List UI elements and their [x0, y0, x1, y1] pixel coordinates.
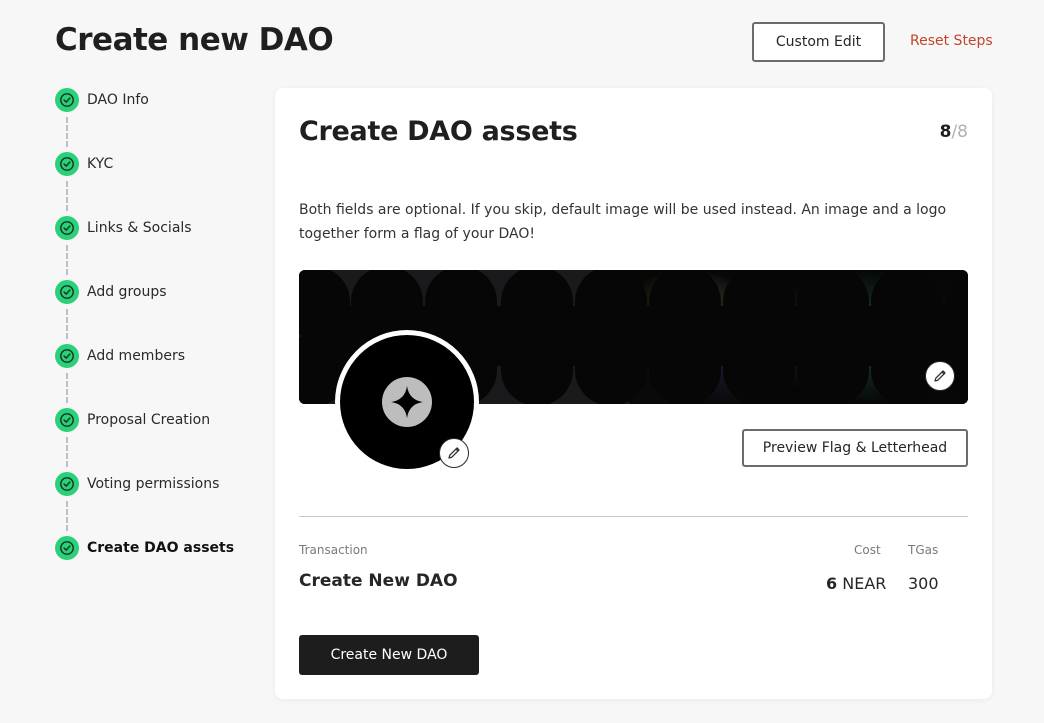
check-circle-icon [55, 152, 79, 176]
step-connector [66, 437, 68, 467]
step-counter-current: 8 [939, 122, 952, 142]
step-item[interactable]: Create DAO assets [55, 536, 234, 560]
step-item[interactable]: Links & Socials [55, 216, 192, 240]
step-item[interactable]: DAO Info [55, 88, 149, 112]
cost-label: Cost [854, 543, 881, 557]
reset-steps-link[interactable]: Reset Steps [910, 33, 993, 49]
sparkle-icon [391, 386, 423, 418]
step-item[interactable]: Add groups [55, 280, 167, 304]
step-label: Links & Socials [87, 220, 192, 236]
step-label: KYC [87, 156, 114, 172]
check-circle-icon [55, 536, 79, 560]
cost-unit: NEAR [842, 574, 887, 593]
step-connector [66, 117, 68, 147]
divider [299, 516, 968, 517]
step-label: Voting permissions [87, 476, 220, 492]
step-counter: 8/8 [940, 122, 968, 142]
check-circle-icon [55, 472, 79, 496]
step-label: DAO Info [87, 92, 149, 108]
check-circle-icon [55, 88, 79, 112]
step-label: Add members [87, 348, 185, 364]
step-label: Create DAO assets [87, 540, 235, 556]
card-title: Create DAO assets [299, 116, 578, 147]
page-title: Create new DAO [55, 22, 334, 58]
cost-amount: 6 [826, 574, 838, 593]
step-item[interactable]: Voting permissions [55, 472, 219, 496]
create-dao-assets-card: Create DAO assets 8/8 Both fields are op… [275, 88, 992, 699]
step-connector [66, 245, 68, 275]
step-connector [66, 501, 68, 531]
tgas-label: TGas [908, 543, 939, 557]
step-item[interactable]: Add members [55, 344, 185, 368]
step-label: Proposal Creation [87, 412, 211, 428]
card-description: Both fields are optional. If you skip, d… [299, 202, 947, 242]
pencil-icon [448, 447, 460, 459]
transaction-label: Transaction [299, 543, 368, 557]
step-connector [66, 373, 68, 403]
check-circle-icon [55, 280, 79, 304]
step-item[interactable]: KYC [55, 152, 113, 176]
logo-placeholder [382, 377, 432, 427]
edit-logo-button[interactable] [439, 438, 469, 468]
check-circle-icon [55, 408, 79, 432]
step-item[interactable]: Proposal Creation [55, 408, 210, 432]
step-connector [66, 309, 68, 339]
create-new-dao-button[interactable]: Create New DAO [299, 635, 479, 675]
preview-flag-letterhead-button[interactable]: Preview Flag & Letterhead [742, 429, 968, 467]
transaction-name: Create New DAO [299, 571, 458, 591]
step-label: Add groups [87, 284, 167, 300]
custom-edit-button[interactable]: Custom Edit [752, 22, 885, 62]
check-circle-icon [55, 216, 79, 240]
cost-value: 6 NEAR [826, 574, 886, 593]
step-connector [66, 181, 68, 211]
step-counter-total: /8 [951, 122, 968, 142]
tgas-value: 300 [908, 574, 939, 593]
edit-cover-button[interactable] [925, 361, 955, 391]
check-circle-icon [55, 344, 79, 368]
pencil-icon [934, 370, 946, 382]
